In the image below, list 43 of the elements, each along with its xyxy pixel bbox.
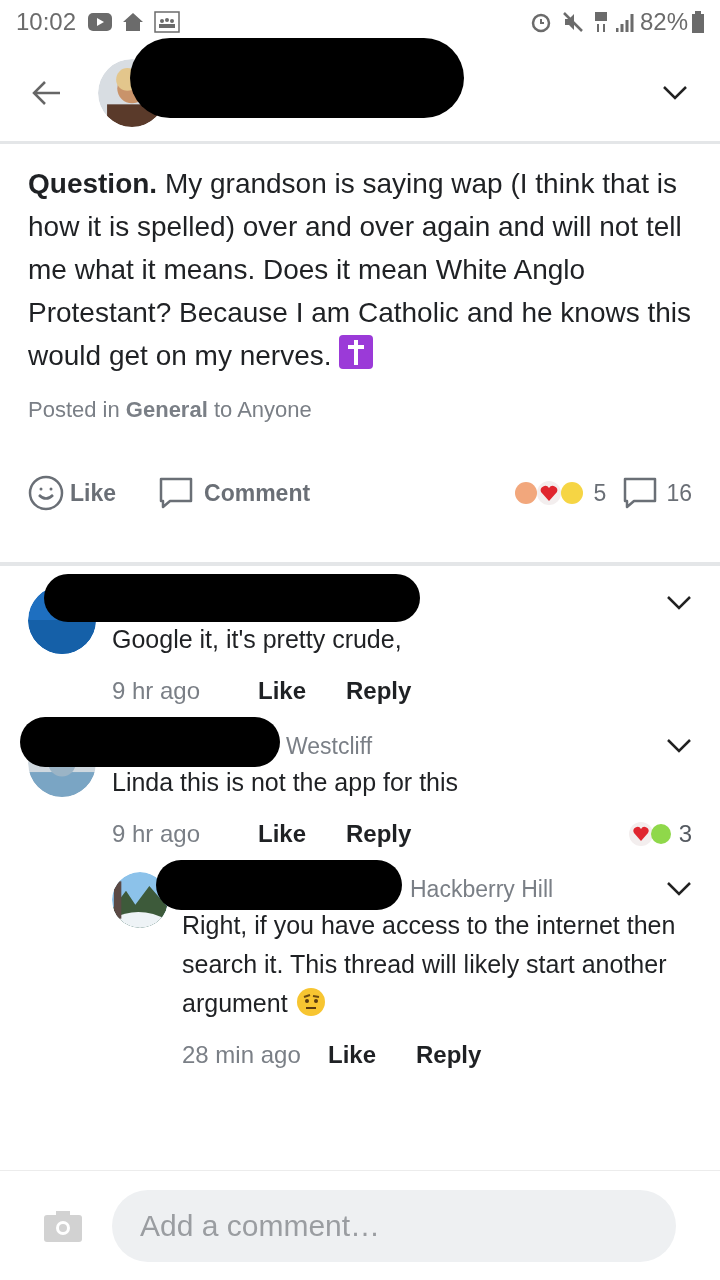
speech-bubble-icon [158, 476, 195, 510]
alarm-icon [529, 11, 552, 33]
reaction-icons [513, 480, 584, 506]
chevron-down-icon[interactable] [666, 881, 692, 897]
chevron-down-icon[interactable] [666, 738, 692, 754]
battery-icon [692, 11, 704, 33]
reply-button[interactable]: Reply [346, 816, 412, 852]
timestamp: 9 hr ago [112, 819, 202, 849]
status-time: 10:02 [16, 7, 77, 37]
comment-text: Linda this is not the app for this [112, 767, 460, 798]
smiley-icon [28, 475, 64, 511]
comment-text: Google it, it's pretty crude, [112, 624, 403, 655]
signal-icon [615, 12, 636, 32]
neighborhood-label: Westcliff [286, 731, 373, 761]
home-icon [122, 12, 145, 32]
reply-button[interactable]: Reply [346, 673, 412, 709]
comment-button[interactable]: Comment [158, 475, 311, 511]
reaction-count: 3 [678, 819, 692, 849]
reaction-count: 5 [593, 478, 607, 508]
chevron-down-icon[interactable] [662, 84, 688, 101]
back-arrow-icon[interactable] [32, 79, 62, 106]
like-button[interactable]: Like [258, 816, 346, 852]
timestamp: 28 min ago [182, 1040, 302, 1070]
video-play-icon [88, 13, 113, 31]
raised-eyebrow-emoji-icon [295, 987, 326, 1017]
neighborhood-label: Hackberry Hill [410, 874, 554, 904]
group-photo-icon [154, 11, 181, 33]
post-text: Question. My grandson is saying wap (I think that is how it is spelled) over and over again and will not tell me what it means. Does it mean White Anglo Protestant? Because I am Catholic and he knows this would get on my nerves. [28, 167, 692, 373]
posted-in-text: Posted in General to Anyone [28, 396, 313, 424]
comment-text: Right, if you have access to the internet then search it. This thread will likely start another argument [182, 910, 677, 1019]
chevron-down-icon[interactable] [666, 595, 692, 611]
like-button[interactable]: Like [28, 475, 117, 511]
like-button[interactable]: Like [258, 673, 346, 709]
speech-bubble-icon [622, 476, 659, 510]
reply-button[interactable]: Reply [416, 1037, 482, 1073]
comment-input[interactable]: Add a comment… [112, 1189, 676, 1262]
timestamp: 9 hr ago [112, 676, 202, 706]
cross-icon [339, 335, 374, 369]
battery-percent: 82% [639, 7, 688, 37]
comment-count: 16 [666, 478, 692, 508]
mute-icon [561, 11, 584, 33]
like-button[interactable]: Like [328, 1037, 416, 1073]
reaction-icons [628, 821, 673, 847]
